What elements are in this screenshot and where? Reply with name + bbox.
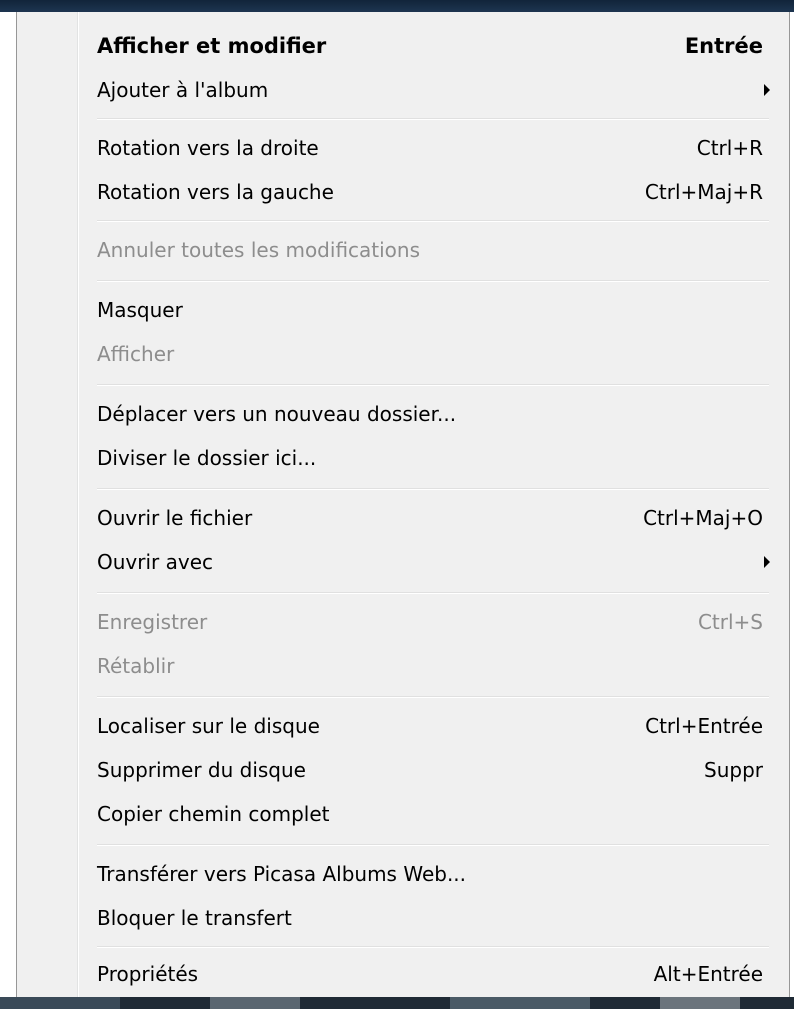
menu-item-shortcut: Ctrl+Maj+O — [643, 506, 763, 530]
menu-item-label: Afficher — [97, 342, 175, 366]
context-menu: Afficher et modifier Entrée Ajouter à l'… — [16, 12, 790, 997]
window-top-edge — [0, 0, 794, 12]
menu-item-rotate-left[interactable]: Rotation vers la gauche Ctrl+Maj+R — [97, 170, 763, 214]
menu-separator — [97, 280, 769, 282]
menu-item-shortcut: Ctrl+R — [696, 136, 763, 160]
menu-item-label: Localiser sur le disque — [97, 714, 320, 738]
menu-item-split-folder[interactable]: Diviser le dossier ici... — [97, 436, 763, 480]
menu-item-label: Transférer vers Picasa Albums Web... — [97, 862, 467, 886]
icon-gutter-divider — [77, 12, 79, 997]
menu-item-block-upload[interactable]: Bloquer le transfert — [97, 896, 763, 940]
menu-item-shortcut: Alt+Entrée — [653, 962, 763, 986]
menu-item-hide[interactable]: Masquer — [97, 288, 763, 332]
menu-item-label: Bloquer le transfert — [97, 906, 292, 930]
menu-separator — [97, 384, 769, 386]
window-bottom-edge — [0, 997, 794, 1009]
submenu-arrow-icon — [764, 556, 770, 568]
menu-item-move-new-folder[interactable]: Déplacer vers un nouveau dossier... — [97, 392, 763, 436]
menu-item-shortcut: Entrée — [684, 34, 763, 58]
menu-item-open-with[interactable]: Ouvrir avec — [97, 540, 770, 584]
menu-item-properties[interactable]: Propriétés Alt+Entrée — [97, 952, 763, 996]
menu-item-label: Rotation vers la gauche — [97, 180, 334, 204]
menu-item-label: Ouvrir avec — [97, 550, 214, 574]
submenu-arrow-icon — [764, 84, 770, 96]
menu-item-shortcut: Ctrl+Entrée — [645, 714, 763, 738]
menu-item-label: Rétablir — [97, 654, 175, 678]
menu-item-locate-on-disk[interactable]: Localiser sur le disque Ctrl+Entrée — [97, 704, 763, 748]
menu-item-view-edit[interactable]: Afficher et modifier Entrée — [97, 24, 763, 68]
menu-separator — [97, 118, 769, 120]
menu-item-label: Rotation vers la droite — [97, 136, 319, 160]
menu-item-save[interactable]: Enregistrer Ctrl+S — [97, 600, 763, 644]
menu-item-shortcut: Ctrl+Maj+R — [644, 180, 763, 204]
menu-item-show[interactable]: Afficher — [97, 332, 763, 376]
menu-separator — [97, 592, 769, 594]
menu-item-label: Supprimer du disque — [97, 758, 306, 782]
menu-item-label: Déplacer vers un nouveau dossier... — [97, 402, 457, 426]
menu-item-label: Enregistrer — [97, 610, 208, 634]
menu-separator — [97, 844, 769, 846]
menu-item-shortcut: Suppr — [704, 758, 763, 782]
menu-separator — [97, 696, 769, 698]
menu-item-copy-full-path[interactable]: Copier chemin complet — [97, 792, 763, 836]
menu-item-shortcut: Ctrl+S — [697, 610, 763, 634]
menu-separator — [97, 488, 769, 490]
menu-item-delete-from-disk[interactable]: Supprimer du disque Suppr — [97, 748, 763, 792]
menu-item-add-to-album[interactable]: Ajouter à l'album — [97, 68, 770, 112]
menu-item-label: Copier chemin complet — [97, 802, 330, 826]
menu-item-rotate-right[interactable]: Rotation vers la droite Ctrl+R — [97, 126, 763, 170]
menu-item-label: Masquer — [97, 298, 183, 322]
menu-item-label: Diviser le dossier ici... — [97, 446, 317, 470]
menu-item-label: Ouvrir le fichier — [97, 506, 253, 530]
menu-item-label: Ajouter à l'album — [97, 78, 269, 102]
menu-separator — [97, 220, 769, 222]
menu-item-open-file[interactable]: Ouvrir le fichier Ctrl+Maj+O — [97, 496, 763, 540]
menu-separator — [97, 946, 769, 948]
menu-item-undo-all[interactable]: Annuler toutes les modifications — [97, 228, 763, 272]
menu-item-label: Propriétés — [97, 962, 199, 986]
menu-item-label: Afficher et modifier — [97, 34, 327, 58]
menu-item-upload-picasa[interactable]: Transférer vers Picasa Albums Web... — [97, 852, 763, 896]
menu-item-revert[interactable]: Rétablir — [97, 644, 763, 688]
menu-item-label: Annuler toutes les modifications — [97, 238, 421, 262]
